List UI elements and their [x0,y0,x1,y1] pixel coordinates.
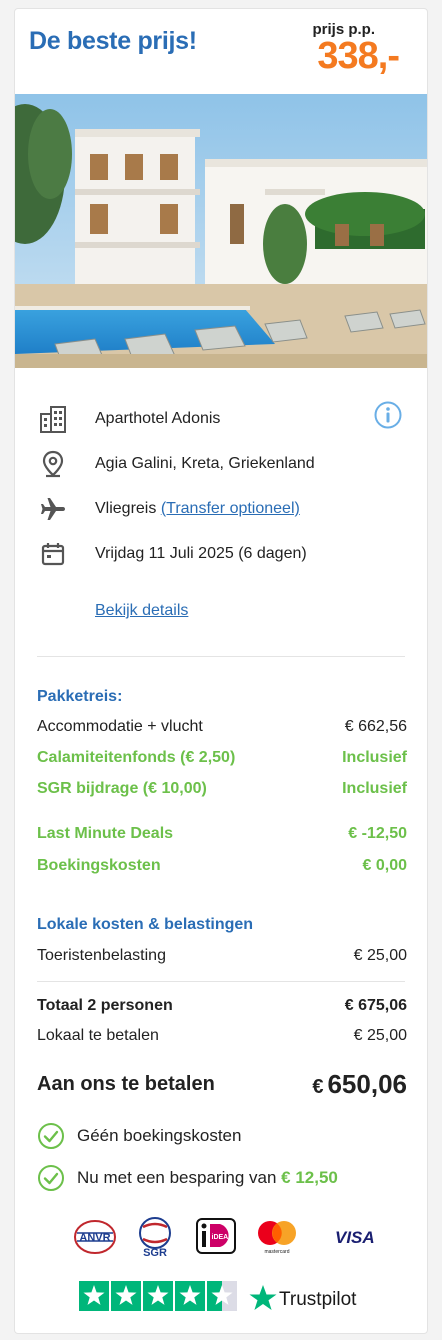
price-row-last-minute: Last Minute Deals € -12,50 [37,823,407,845]
row-value: € -12,50 [348,825,407,842]
row-value: € 662,56 [344,718,407,735]
price-row-tourist-tax: Toeristenbelasting € 25,00 [37,945,407,967]
saving-text: Nu met een besparing van [77,1168,277,1187]
transfer-link[interactable]: (Transfer optioneel) [161,500,300,517]
local-heading: Lokale kosten & belastingen [37,916,254,933]
check-circle-icon [38,1123,64,1149]
svg-text:ANVR: ANVR [79,1232,110,1244]
trustpilot-stars [79,1281,237,1311]
hotel-photo[interactable] [15,94,428,368]
row-value: Inclusief [342,780,407,797]
local-pay-row: Lokaal te betalen € 25,00 [37,1025,407,1047]
svg-text:SGR: SGR [143,1247,167,1257]
trustpilot-rating[interactable]: Trustpilot [79,1279,379,1313]
check-circle-icon [38,1165,64,1191]
total-value: € 675,06 [344,997,407,1014]
anvr-logo: ANVR [74,1220,116,1254]
row-value: € 0,00 [362,857,407,874]
local-heading-row: Lokale kosten & belastingen [37,914,407,936]
date-row: Vrijdag 11 Juli 2025 (6 dagen) [37,539,407,569]
svg-text:iDEAL: iDEAL [212,1234,234,1241]
section-divider [37,656,405,657]
row-label: SGR bijdrage (€ 10,00) [37,780,207,797]
travel-type: Vliegreis [95,500,157,517]
benefit-no-fees: Géén boekingskosten [37,1122,241,1150]
total-label: Totaal 2 personen [37,997,173,1014]
package-heading-row: Pakketreis: [37,686,407,708]
row-label: Last Minute Deals [37,825,174,842]
airplane-icon [37,493,69,525]
calendar-icon [37,538,69,570]
row-label: Calamiteitenfonds (€ 2,50) [37,749,236,766]
price-card: De beste prijs! prijs p.p. 338,- Apartho… [14,8,428,1334]
location-row: Agia Galini, Kreta, Griekenland [37,449,407,479]
local-pay-value: € 25,00 [353,1027,407,1044]
benefit-text: Géén boekingskosten [77,1126,242,1145]
price-value: 338,- [317,35,400,77]
amount-due-number: 650,06 [327,1068,407,1099]
travel-row: Vliegreis (Transfer optioneel) [37,494,407,524]
mastercard-logo: mastercard [258,1221,296,1255]
svg-text:Trustpilot: Trustpilot [279,1289,357,1310]
card-title: De beste prijs! [29,27,197,55]
payment-logos: ANVR SGR iDEAL mastercard VISA [74,1217,375,1257]
info-icon[interactable] [373,400,403,430]
row-label: Boekingskosten [37,857,161,874]
card-header: De beste prijs! prijs p.p. 338,- [15,9,427,95]
row-label: Toeristenbelasting [37,947,166,964]
hotel-name-row: Aparthotel Adonis [37,404,407,434]
total-row: Totaal 2 personen € 675,06 [37,995,407,1017]
svg-text:VISA: VISA [335,1228,375,1247]
price-row-booking-fees: Boekingskosten € 0,00 [37,855,407,877]
price-row-accommodation: Accommodatie + vlucht € 662,56 [37,716,407,738]
building-icon [37,403,69,435]
ideal-logo: iDEAL [196,1218,236,1254]
package-heading: Pakketreis: [37,688,123,705]
row-label: Accommodatie + vlucht [37,718,203,735]
row-value: Inclusief [342,749,407,766]
amount-due-row: Aan ons te betalen €650,06 [37,1067,407,1101]
travel-date: Vrijdag 11 Juli 2025 (6 dagen) [95,545,307,562]
price-row-calamity-fund: Calamiteitenfonds (€ 2,50) Inclusief [37,747,407,769]
amount-due-label: Aan ons te betalen [37,1072,215,1095]
totals-divider [37,981,405,982]
currency-symbol: € [312,1075,324,1098]
saving-amount: € 12,50 [281,1168,338,1187]
hotel-location: Agia Galini, Kreta, Griekenland [95,455,315,472]
trustpilot-logo: Trustpilot [249,1285,357,1310]
benefit-saving: Nu met een besparing van € 12,50 [37,1164,338,1192]
visa-logo: VISA [335,1228,375,1247]
svg-text:mastercard: mastercard [264,1249,289,1255]
price-row-sgr: SGR bijdrage (€ 10,00) Inclusief [37,778,407,800]
sgr-logo: SGR [139,1217,171,1257]
local-pay-label: Lokaal te betalen [37,1027,159,1044]
travel-info: Vliegreis (Transfer optioneel) [95,500,300,518]
hotel-name: Aparthotel Adonis [95,410,221,427]
amount-due-value: €650,06 [312,1069,407,1100]
map-pin-icon [37,448,69,480]
row-value: € 25,00 [353,947,407,964]
view-details-link[interactable]: Bekijk details [95,602,188,620]
